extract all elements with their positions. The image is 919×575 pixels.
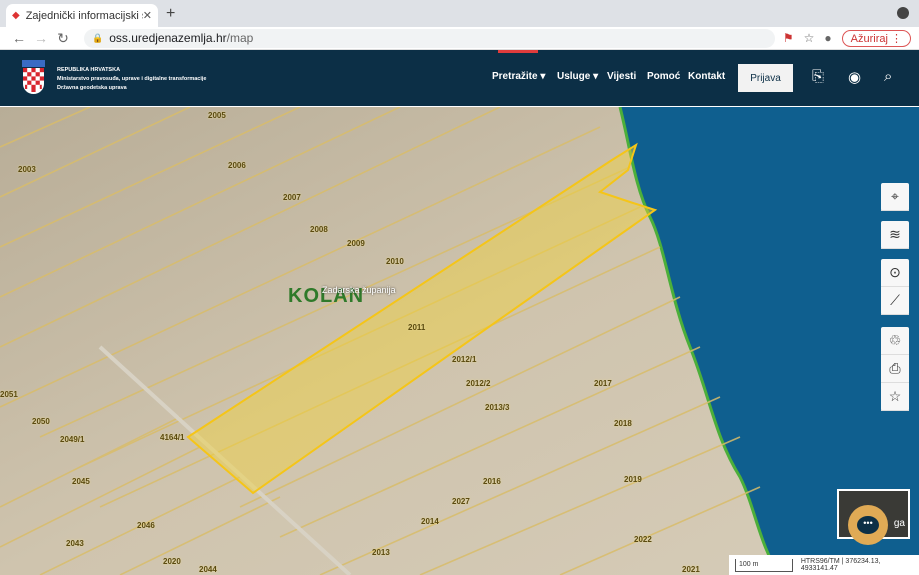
parcel-label: 2022 (634, 535, 652, 544)
parcel-label: 2009 (347, 239, 365, 248)
login-button[interactable]: Prijava (738, 64, 793, 92)
parcel-label: 2014 (421, 517, 439, 526)
nav-label: Pretražite (492, 71, 538, 82)
agency-name: Državna geodetska uprava (57, 85, 127, 91)
lock-icon: 🔒 (92, 32, 104, 43)
toolbar-group-measure: ⊙ ⟋ (881, 259, 909, 315)
scale-bar: 100 m (735, 558, 793, 572)
parcel-label: 2010 (386, 257, 404, 266)
url-input[interactable]: 🔒 oss.uredjenazemlja.hr/map (84, 28, 775, 48)
nav-news[interactable]: Vijesti (607, 71, 636, 82)
reload-icon[interactable]: ↻ (52, 30, 74, 47)
parcel-label: 2003 (18, 165, 36, 174)
map-canvas[interactable]: 2005 2003 2006 2007 2008 2009 2010 2011 … (0, 107, 919, 575)
toolbar-group-location: ⌖ (881, 183, 909, 211)
chat-bubble-icon: ••• (857, 516, 879, 534)
zoom-search-icon[interactable]: ⊙ (881, 259, 909, 287)
close-tab-icon[interactable]: ✕ (143, 9, 152, 22)
parcel-label: 2018 (614, 419, 632, 428)
update-label: Ažuriraj (850, 32, 888, 45)
site-header: REPUBLIKA HRVATSKA Ministarstvo pravosuđ… (0, 50, 919, 106)
nav-search-menu[interactable]: Pretražite ▾ (492, 71, 545, 82)
blocked-popup-icon[interactable]: ⚑ (783, 31, 794, 45)
accessibility-icon[interactable]: ◉ (848, 68, 861, 86)
toolbar-group-share: ♲ ⎙ ☆ (881, 327, 909, 411)
browser-menu-icon[interactable] (897, 7, 909, 19)
scale-coords-bar: 100 m HTRS96/TM | 376234.13, 4933141.47 (729, 555, 919, 575)
favorite-star-icon[interactable]: ☆ (881, 383, 909, 411)
language-icon[interactable]: ⎘ (812, 68, 824, 85)
parcel-label: 2020 (163, 557, 181, 566)
bookmark-star-icon[interactable]: ☆ (804, 31, 815, 45)
profile-icon[interactable]: ● (824, 31, 831, 45)
ruler-icon[interactable]: ⟋ (881, 287, 909, 315)
parcel-label: 2016 (483, 477, 501, 486)
parcel-label: 2019 (624, 475, 642, 484)
nav-help[interactable]: Pomoć (647, 71, 680, 82)
forward-icon[interactable]: → (30, 30, 52, 46)
site-favicon-icon: ◆ (12, 10, 20, 21)
parcel-label: 2008 (310, 225, 328, 234)
print-icon[interactable]: ⎙ (881, 355, 909, 383)
layers-icon[interactable]: ≋ (881, 221, 909, 249)
update-button[interactable]: Ažuriraj ⋮ (841, 29, 911, 47)
parcel-label: 2007 (283, 193, 301, 202)
back-icon[interactable]: ← (8, 30, 30, 46)
parcel-label: 2051 (0, 390, 18, 399)
parcel-label: 2013 (372, 548, 390, 557)
coordinates-readout: HTRS96/TM | 376234.13, 4933141.47 (800, 558, 881, 572)
parcel-label: 2045 (72, 477, 90, 486)
search-icon[interactable]: ⌕ (884, 68, 892, 85)
address-bar: ← → ↻ 🔒 oss.uredjenazemlja.hr/map ⚑ ☆ ● … (0, 27, 919, 50)
parcel-label: 2012/2 (466, 379, 491, 388)
parcel-label: 4164/1 (160, 433, 185, 442)
parcel-label: 2027 (452, 497, 470, 506)
browser-tabbar: ◆ Zajednički informacijski sustav ✕ + (0, 0, 919, 27)
parcel-label: 2044 (199, 565, 217, 574)
new-tab-button[interactable]: + (166, 5, 175, 23)
parcel-label: 2005 (208, 111, 226, 120)
parcel-label: 2021 (682, 565, 700, 574)
parcel-label: 2046 (137, 521, 155, 530)
active-indicator (498, 50, 538, 53)
parcel-label: 2011 (408, 323, 426, 332)
parcel-label: 2043 (66, 539, 84, 548)
toolbar-group-layers: ≋ (881, 221, 909, 249)
parcel-label: 2012/1 (452, 355, 477, 364)
parcel-label: 2017 (594, 379, 612, 388)
tab-title: Zajednički informacijski sustav (25, 9, 143, 22)
share-icon[interactable]: ♲ (881, 327, 909, 355)
url-path: /map (226, 31, 254, 45)
nav-services-menu[interactable]: Usluge ▾ (557, 71, 598, 82)
parcel-label: 2049/1 (60, 435, 85, 444)
nav-contact[interactable]: Kontakt (688, 71, 725, 82)
browser-tab[interactable]: ◆ Zajednički informacijski sustav ✕ (6, 4, 158, 27)
parcel-label: 2013/3 (485, 403, 510, 412)
chat-button[interactable]: ••• (848, 505, 888, 545)
basemap-label: ga (893, 518, 905, 529)
location-pin-icon[interactable]: ⌖ (881, 183, 909, 211)
parcel-label: 2050 (32, 417, 50, 426)
main-nav: Pretražite ▾ Usluge ▾ Vijesti Pomoć Kont… (0, 71, 738, 85)
region-label: Zadarska županija (322, 285, 396, 295)
parcel-label: 2006 (228, 161, 246, 170)
nav-label: Usluge (557, 71, 591, 82)
url-host: oss.uredjenazemlja.hr (109, 31, 227, 45)
